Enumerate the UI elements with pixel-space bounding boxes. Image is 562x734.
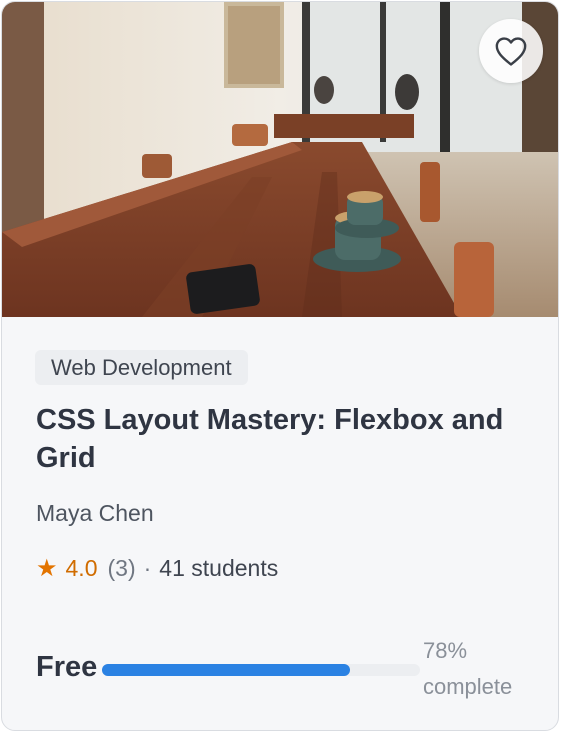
student-count: 41 students [159,555,279,581]
price-label: Free [36,651,98,683]
rating-row: ★ 4.0 (3) · 41 students [36,554,278,583]
course-card[interactable]: Web Development CSS Layout Mastery: Flex… [1,1,559,731]
category-badge[interactable]: Web Development [35,350,248,385]
progress-label: 78% complete [423,638,513,699]
heart-outline-icon [495,37,527,66]
coffee-shop-image [2,2,558,317]
course-title[interactable]: CSS Layout Mastery: Flexbox and Grid [36,401,516,477]
course-thumbnail [2,2,558,317]
favorite-button[interactable] [479,19,543,83]
progress-fill [102,664,351,676]
star-icon: ★ [36,555,58,582]
course-details: Web Development CSS Layout Mastery: Flex… [2,317,558,730]
rating-score: 4.0 [65,555,98,581]
separator: · [143,555,152,581]
progress-bar [102,664,420,676]
card-footer: Free 78% complete [36,633,536,703]
instructor-name[interactable]: Maya Chen [36,500,154,527]
rating-count: (3) [107,555,136,581]
